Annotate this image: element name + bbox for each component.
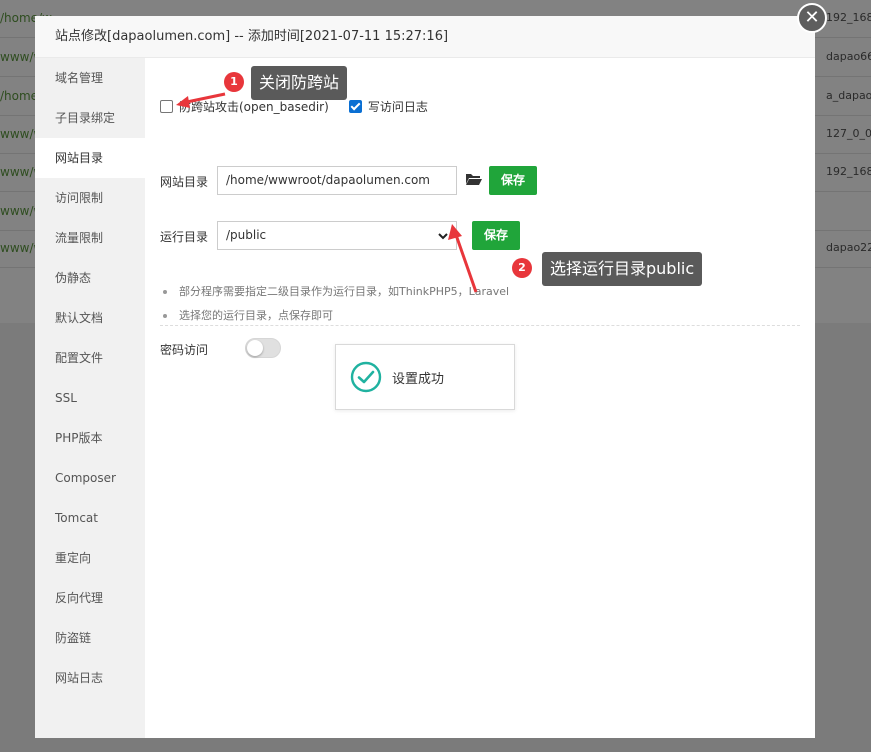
sidebar-item-default-doc[interactable]: 默认文档 <box>35 298 145 338</box>
bullet-icon <box>163 290 167 294</box>
sidebar-item-tomcat[interactable]: Tomcat <box>35 498 145 538</box>
chevron-down-icon <box>438 232 448 239</box>
sidebar-item-access-limit[interactable]: 访问限制 <box>35 178 145 218</box>
modal-title: 站点修改[dapaolumen.com] -- 添加时间[2021-07-11 … <box>35 16 815 58</box>
close-icon[interactable]: ✕ <box>797 3 827 33</box>
row-name: 127_0_0 <box>826 127 871 140</box>
row-name: 192_168 <box>826 11 871 24</box>
sidebar-item-ssl[interactable]: SSL <box>35 378 145 418</box>
modal-sidebar: 域名管理 子目录绑定 网站目录 访问限制 流量限制 伪静态 默认文档 配置文件 … <box>35 58 145 738</box>
run-dir-save-button[interactable]: 保存 <box>472 221 521 250</box>
sidebar-item-composer[interactable]: Composer <box>35 458 145 498</box>
site-dir-input[interactable]: /home/wwwroot/dapaolumen.com <box>217 166 457 195</box>
row-name: 192_168 <box>826 165 871 178</box>
sidebar-item-redirect[interactable]: 重定向 <box>35 538 145 578</box>
anti-xss-label: 防跨站攻击(open_basedir) <box>179 99 329 114</box>
site-dir-save-button[interactable]: 保存 <box>489 166 538 195</box>
row-name: a_dapao <box>826 89 871 102</box>
run-dir-selected-value: /public <box>226 228 267 242</box>
write-log-checkbox[interactable] <box>348 99 362 113</box>
bullet-icon <box>163 314 167 318</box>
help-tips: 部分程序需要指定二级目录作为运行目录，如ThinkPHP5，Laravel 选择… <box>160 280 800 328</box>
sidebar-item-site-log[interactable]: 网站日志 <box>35 658 145 698</box>
sidebar-item-config-file[interactable]: 配置文件 <box>35 338 145 378</box>
annotation-badge-2: 2 <box>512 258 532 278</box>
list-item: 部分程序需要指定二级目录作为运行目录，如ThinkPHP5，Laravel <box>160 280 800 304</box>
sidebar-item-site-dir[interactable]: 网站目录 <box>35 138 145 178</box>
sidebar-item-rewrite[interactable]: 伪静态 <box>35 258 145 298</box>
write-log-label: 写访问日志 <box>367 99 428 114</box>
sidebar-item-reverse-proxy[interactable]: 反向代理 <box>35 578 145 618</box>
success-toast: 设置成功 <box>335 344 515 410</box>
sidebar-item-php-version[interactable]: PHP版本 <box>35 418 145 458</box>
check-circle-icon <box>350 361 382 393</box>
row-name: dapao22 <box>826 241 871 254</box>
site-dir-label: 网站目录 <box>160 175 209 189</box>
sidebar-item-traffic-limit[interactable]: 流量限制 <box>35 218 145 258</box>
dashed-divider <box>160 325 800 326</box>
run-dir-label: 运行目录 <box>160 230 209 244</box>
tip-text: 部分程序需要指定二级目录作为运行目录，如ThinkPHP5，Laravel <box>179 285 510 298</box>
toggle-knob <box>247 340 263 356</box>
folder-open-icon[interactable] <box>465 172 483 186</box>
anti-xss-checkbox[interactable] <box>160 99 173 113</box>
annotation-badge-1: 1 <box>224 72 244 92</box>
checkbox-row: 防跨站攻击(open_basedir) 写访问日志 <box>160 98 428 114</box>
sidebar-item-subdir-binding[interactable]: 子目录绑定 <box>35 98 145 138</box>
toast-message: 设置成功 <box>392 371 445 387</box>
password-access-toggle[interactable] <box>245 338 281 358</box>
annotation-label-1: 关闭防跨站 <box>251 66 348 100</box>
annotation-label-2: 选择运行目录public <box>542 252 703 286</box>
password-access-label: 密码访问 <box>160 343 209 357</box>
run-dir-select[interactable]: /public <box>217 221 457 250</box>
row-name: dapao66 <box>826 50 871 63</box>
sidebar-item-domain[interactable]: 域名管理 <box>35 58 145 98</box>
sidebar-item-hotlink-protect[interactable]: 防盗链 <box>35 618 145 658</box>
